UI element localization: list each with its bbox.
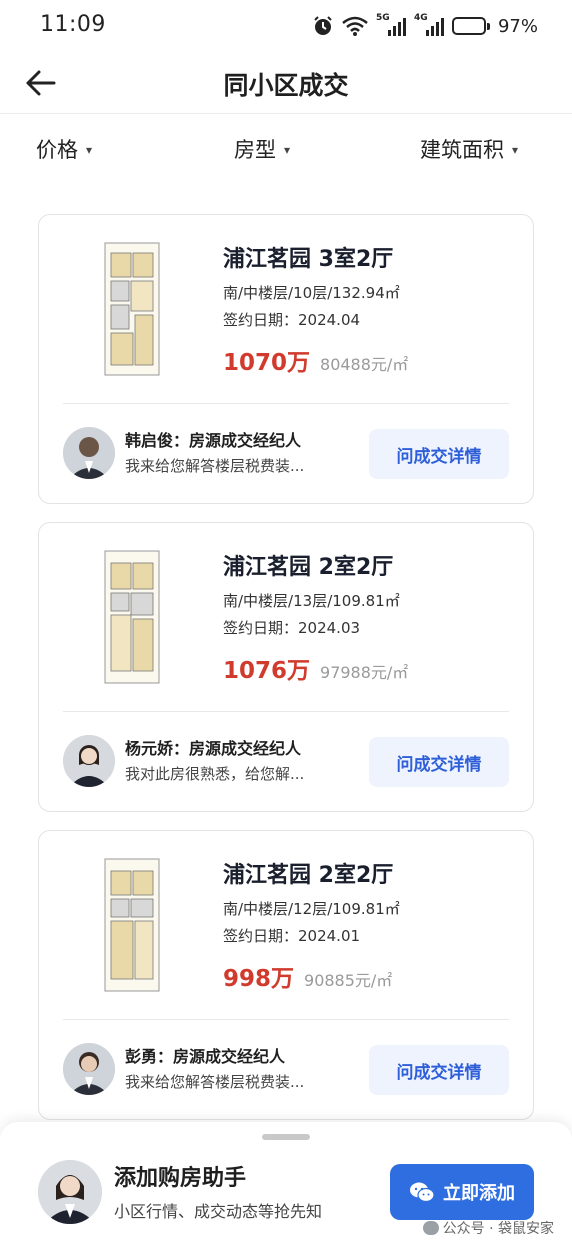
filter-area[interactable]: 建筑面积 ▾: [420, 134, 518, 164]
listing-unit-price: 90885元/㎡: [304, 971, 393, 990]
floor-plan-image: [104, 858, 160, 992]
listing-card[interactable]: 浦江茗园 2室2厅 南/中楼层/13层/109.81㎡ 签约日期：2024.03…: [38, 522, 534, 812]
agent-name: 韩启俊：房源成交经纪人: [125, 431, 302, 450]
watermark-text: 公众号 · 袋鼠安家: [442, 1221, 554, 1237]
page-title: 同小区成交: [223, 71, 349, 100]
filter-label: 建筑面积: [420, 138, 504, 162]
listing-date: 签约日期：2024.03: [223, 619, 361, 637]
divider: [63, 403, 509, 404]
battery-icon: [451, 17, 490, 35]
drag-handle[interactable]: [262, 1134, 310, 1140]
avatar: [63, 1043, 115, 1095]
watermark: 公众号 · 袋鼠安家: [422, 1218, 554, 1238]
divider: [63, 1019, 509, 1020]
listing-card[interactable]: 浦江茗园 3室2厅 南/中楼层/10层/132.94㎡ 签约日期：2024.04…: [38, 214, 534, 504]
filter-label: 价格: [36, 138, 78, 162]
ask-deal-details-button[interactable]: 问成交详情: [369, 1045, 509, 1095]
filter-layout[interactable]: 房型 ▾: [234, 134, 290, 164]
alarm-icon: [314, 16, 332, 35]
filter-bar: 价格 ▾ 房型 ▾ 建筑面积 ▾: [0, 114, 572, 184]
battery-percent: 97%: [497, 15, 538, 37]
page-header: 同小区成交: [0, 52, 572, 114]
listing-meta: 南/中楼层/12层/109.81㎡: [223, 900, 400, 918]
assistant-bottom-sheet: 添加购房助手 小区行情、成交动态等抢先知 立即添加 公众号 · 袋鼠安家: [0, 1122, 572, 1255]
listing-date: 签约日期：2024.04: [223, 311, 361, 329]
add-assistant-button[interactable]: 立即添加: [390, 1164, 534, 1220]
listing-unit-price: 97988元/㎡: [320, 663, 409, 682]
listing-meta: 南/中楼层/10层/132.94㎡: [223, 284, 400, 302]
listing-card[interactable]: 浦江茗园 2室2厅 南/中楼层/12层/109.81㎡ 签约日期：2024.01…: [38, 830, 534, 1120]
listing-title: 浦江茗园 3室2厅: [223, 247, 394, 272]
assistant-title: 添加购房助手: [114, 1166, 247, 1191]
status-icons: 5G 4G 97%: [312, 13, 538, 39]
status-time: 11:09: [40, 12, 106, 37]
listing-title: 浦江茗园 2室2厅: [223, 555, 394, 580]
avatar: [63, 735, 115, 787]
floor-plan-image: [104, 550, 160, 684]
avatar: [38, 1160, 102, 1224]
chevron-down-icon: ▾: [284, 143, 291, 157]
listing-date: 签约日期：2024.01: [223, 927, 361, 945]
signal-5g-icon: 5G: [376, 13, 406, 36]
ask-deal-details-button[interactable]: 问成交详情: [369, 737, 509, 787]
listing-price: 1076万: [223, 658, 311, 684]
agent-message: 我来给您解答楼层税费装...: [125, 457, 305, 475]
chevron-down-icon: ▾: [86, 143, 93, 157]
divider: [63, 711, 509, 712]
filter-label: 房型: [234, 138, 276, 162]
agent-message: 我对此房很熟悉，给您解...: [125, 765, 305, 783]
assistant-description: 小区行情、成交动态等抢先知: [114, 1202, 323, 1221]
wechat-icon: [410, 1182, 435, 1203]
signal-4g-icon: 4G: [414, 13, 444, 36]
add-assistant-label: 立即添加: [443, 1183, 515, 1204]
ask-deal-details-button[interactable]: 问成交详情: [369, 429, 509, 479]
avatar: [63, 427, 115, 479]
wifi-icon: [342, 16, 368, 36]
status-bar: 11:09 5G 4G 97%: [0, 0, 572, 52]
wechat-official-icon: [422, 1221, 439, 1235]
agent-name: 杨元娇：房源成交经纪人: [125, 739, 302, 758]
listing-meta: 南/中楼层/13层/109.81㎡: [223, 592, 400, 610]
floor-plan-image: [104, 242, 160, 376]
listing-price: 1070万: [223, 350, 311, 376]
chevron-down-icon: ▾: [512, 143, 519, 157]
listing-price: 998万: [223, 966, 295, 992]
listing-title: 浦江茗园 2室2厅: [223, 863, 394, 888]
agent-name: 彭勇：房源成交经纪人: [125, 1047, 286, 1066]
listing-unit-price: 80488元/㎡: [320, 355, 409, 374]
agent-message: 我来给您解答楼层税费装...: [125, 1073, 305, 1091]
filter-price[interactable]: 价格 ▾: [36, 134, 92, 164]
